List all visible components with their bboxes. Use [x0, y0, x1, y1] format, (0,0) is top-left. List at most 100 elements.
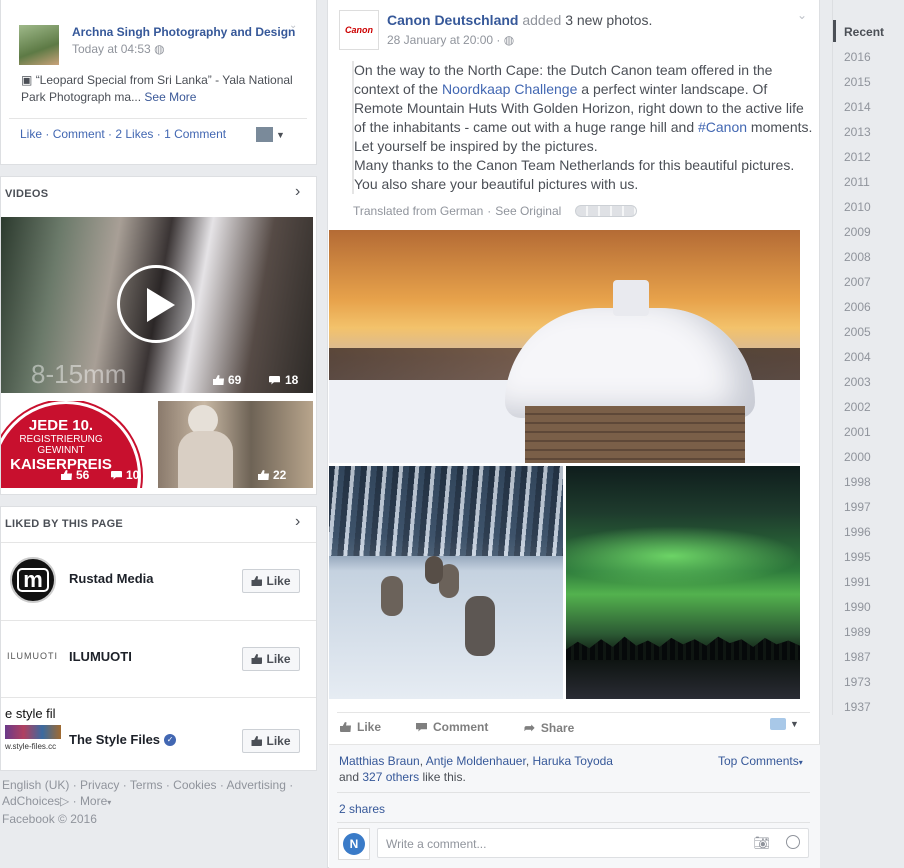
timeline-year[interactable]: 1987 — [844, 650, 871, 664]
like-link[interactable]: Like — [20, 127, 42, 141]
post-comment-button[interactable]: Comment — [416, 720, 488, 734]
like-page-button[interactable]: Like — [242, 569, 300, 593]
timeline-year[interactable]: 2002 — [844, 400, 871, 414]
camera-icon[interactable]: 📷︎ — [753, 835, 770, 851]
timeline-year[interactable]: 1990 — [844, 600, 871, 614]
timeline-year[interactable]: 2014 — [844, 100, 871, 114]
timestamp-link[interactable]: 28 January at 20:00 — [387, 33, 493, 47]
main-post-card: Canon Canon Deutschland added 3 new phot… — [327, 0, 820, 868]
author-avatar[interactable] — [19, 25, 59, 65]
timeline-year[interactable]: 1991 — [844, 575, 871, 589]
timeline-year[interactable]: 2003 — [844, 375, 871, 389]
footer-terms[interactable]: Terms — [130, 778, 163, 792]
timeline-year[interactable]: 2013 — [844, 125, 871, 139]
liker-link[interactable]: Antje Moldenhauer — [426, 754, 526, 768]
like-page-button[interactable]: Like — [242, 729, 300, 753]
timeline-year[interactable]: 1995 — [844, 550, 871, 564]
timeline-year[interactable]: 2006 — [844, 300, 871, 314]
timeline-year[interactable]: 2008 — [844, 250, 871, 264]
noordkaap-link[interactable]: Noordkaap Challenge — [442, 81, 577, 97]
post-header: Canon Deutschland added 3 new photos. — [387, 12, 653, 28]
video-thumb-1[interactable]: JEDE 10. REGISTRIERUNG GEWINNT KAISERPRE… — [1, 401, 154, 488]
photos-link[interactable]: 3 new photos. — [565, 12, 652, 28]
video-thumb-2[interactable]: 22 — [158, 401, 313, 488]
video-comments: 10 — [111, 468, 139, 482]
chevron-right-icon[interactable]: › — [295, 513, 300, 531]
comment-icon — [416, 722, 427, 732]
see-more-link[interactable]: See More — [144, 90, 196, 104]
liker-link[interactable]: Matthias Braun — [339, 754, 420, 768]
timeline-year[interactable]: 1973 — [844, 675, 871, 689]
stylefiles-logo[interactable]: e style fil w.style-files.cc — [5, 706, 61, 761]
shares-link[interactable]: 2 shares — [339, 802, 385, 816]
audience-selector[interactable]: ▼ — [256, 127, 285, 142]
caret-down-icon: ▾ — [798, 758, 803, 767]
like-page-button[interactable]: Like — [242, 647, 300, 671]
footer-privacy[interactable]: Privacy — [80, 778, 119, 792]
page-name-link[interactable]: Canon Deutschland — [387, 12, 518, 28]
ilumuoti-logo[interactable]: ILUMUOTI — [7, 651, 58, 661]
rating-pill[interactable] — [575, 205, 638, 217]
timeline-year[interactable]: 1996 — [844, 525, 871, 539]
like-icon — [258, 470, 269, 480]
top-post-actions: Like · Comment · 2 Likes · 1 Comment — [20, 127, 227, 141]
chevron-down-icon[interactable]: ⌄ — [797, 8, 807, 22]
timeline-year[interactable]: 2015 — [844, 75, 871, 89]
photo-hut[interactable] — [329, 230, 800, 463]
timeline-year[interactable]: 2007 — [844, 275, 871, 289]
hashtag-link[interactable]: #Canon — [698, 119, 747, 135]
footer-more[interactable]: More — [80, 794, 107, 808]
emoji-icon[interactable] — [786, 835, 800, 849]
main-video[interactable]: 8-15mm 69 18 — [1, 217, 313, 393]
chevron-down-icon[interactable]: ⌄ — [289, 20, 297, 31]
timeline-year[interactable]: 2000 — [844, 450, 871, 464]
video-comments: 18 — [269, 373, 298, 387]
canon-logo[interactable]: Canon — [339, 10, 379, 50]
photo-aurora[interactable] — [566, 466, 800, 699]
play-button[interactable] — [117, 265, 195, 343]
comments-count-link[interactable]: 1 Comment — [164, 127, 226, 141]
author-name[interactable]: Archna Singh Photography and Design — [72, 25, 295, 39]
timeline-year[interactable]: 1998 — [844, 475, 871, 489]
timeline-year[interactable]: 2010 — [844, 200, 871, 214]
timeline-recent[interactable]: Recent — [844, 25, 884, 39]
footer-language[interactable]: English (UK) — [2, 778, 69, 792]
others-link[interactable]: 327 others — [362, 770, 419, 784]
page-name[interactable]: The Style Files — [69, 732, 160, 747]
top-comments-dropdown[interactable]: Top Comments▾ — [718, 754, 803, 768]
page-name[interactable]: ILUMUOTI — [69, 649, 132, 664]
timeline-year[interactable]: 2004 — [844, 350, 871, 364]
see-original-link[interactable]: See Original — [495, 204, 561, 218]
timeline-year[interactable]: 2001 — [844, 425, 871, 439]
liker-link[interactable]: Haruka Toyoda — [532, 754, 613, 768]
photo-icon: ▣ — [21, 73, 33, 87]
likes-count-link[interactable]: 2 Likes — [115, 127, 153, 141]
timeline-year[interactable]: 2009 — [844, 225, 871, 239]
timeline-year[interactable]: 2016 — [844, 50, 871, 64]
post-share-button[interactable]: ➦ Share — [524, 720, 574, 736]
commenter-avatar: N — [338, 828, 370, 860]
timeline-year[interactable]: 1989 — [844, 625, 871, 639]
post-time: Today at 04:53 ◍ — [72, 42, 165, 56]
footer-adchoices[interactable]: AdChoices — [2, 794, 60, 808]
reindeer-figure — [381, 576, 403, 616]
like-icon — [61, 470, 72, 480]
chevron-right-icon[interactable]: › — [295, 183, 300, 201]
page-name[interactable]: Rustad Media — [69, 571, 154, 586]
footer-advertising[interactable]: Advertising — [227, 778, 286, 792]
videos-title: VIDEOS — [5, 188, 49, 200]
comment-input[interactable]: Write a comment... 📷︎ — [377, 828, 809, 858]
audience-selector[interactable]: ▼ — [770, 718, 799, 730]
rustad-logo[interactable]: m — [10, 557, 56, 603]
footer-cookies[interactable]: Cookies — [173, 778, 216, 792]
timeline-year[interactable]: 2011 — [844, 175, 870, 189]
comment-link[interactable]: Comment — [53, 127, 105, 141]
timeline-year[interactable]: 2005 — [844, 325, 871, 339]
timeline-year[interactable]: 1997 — [844, 500, 871, 514]
video-likes: 56 — [61, 468, 89, 482]
timeline-year[interactable]: 2012 — [844, 150, 871, 164]
photo-reindeer[interactable] — [329, 466, 563, 699]
post-like-button[interactable]: Like — [340, 720, 381, 734]
timeline-year[interactable]: 1937 — [844, 700, 871, 714]
caret-down-icon: ▼ — [790, 719, 799, 729]
